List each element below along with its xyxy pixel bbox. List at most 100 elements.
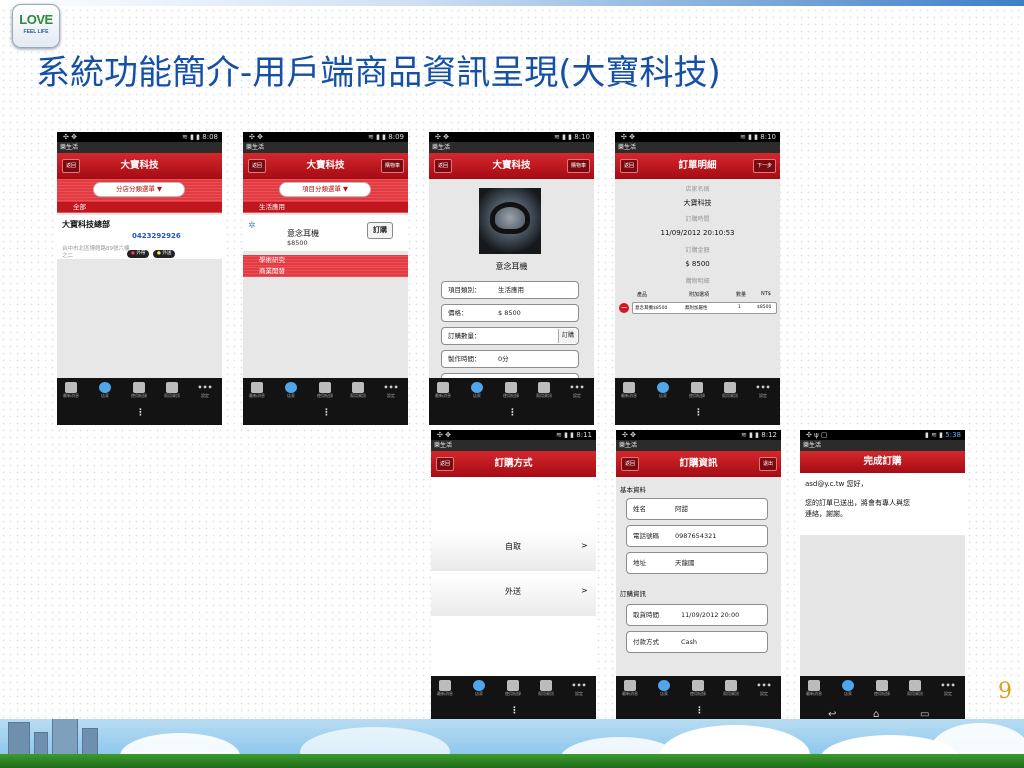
category-business[interactable]: 商業開發 xyxy=(243,266,408,277)
history-icon xyxy=(133,382,145,393)
tab-history[interactable]: 使用紀錄 xyxy=(314,382,336,399)
store-icon xyxy=(471,382,483,393)
app-name-bar: 樂生活 xyxy=(243,142,408,153)
chevron-right-icon: > xyxy=(581,541,588,550)
field-phone: 電話號碼 0987654321 xyxy=(626,525,768,547)
field-price: 價格： $ 8500 xyxy=(441,304,579,322)
tab-history[interactable]: 使用紀錄 xyxy=(502,680,524,697)
header-title: 大寶科技 xyxy=(120,160,159,171)
status-bar: ✣ ✥ ≋ ▮ ▮ 8:12 xyxy=(616,430,781,440)
header-bar: 返回 訂購方式 xyxy=(431,451,596,477)
store-icon xyxy=(842,680,854,691)
tab-settings[interactable]: ••• 設定 xyxy=(753,680,775,697)
status-bar: ✣ ✥ ≋ ▮ ▮ 8:09 xyxy=(243,132,408,142)
cart-button[interactable]: 購物車 xyxy=(380,159,404,173)
info-icon xyxy=(538,382,550,393)
branch-dropdown[interactable]: 分店分類選單 ▼ xyxy=(93,182,185,197)
back-button[interactable]: 返回 xyxy=(436,457,455,471)
tab-info[interactable]: 幫用資訊 xyxy=(161,382,183,399)
category-research[interactable]: 學術研究 xyxy=(243,255,408,266)
tab-info[interactable]: 幫用資訊 xyxy=(904,680,926,697)
phone-screen-product-detail: ✣ ✥ ≋ ▮ ▮ 8:10 樂生活 返回 大寶科技 購物車 意念耳機 項目類別：… xyxy=(429,132,594,425)
field-quantity[interactable]: 訂購數量： 訂購 xyxy=(441,327,579,345)
tab-info[interactable]: 幫用資訊 xyxy=(720,680,742,697)
category-life-apps[interactable]: 生活應用 xyxy=(243,202,408,212)
news-icon xyxy=(808,680,820,691)
tab-settings[interactable]: ••• 設定 xyxy=(566,382,588,399)
status-bar: ✣ ✥ ≋ ▮ ▮ 8:10 xyxy=(429,132,594,142)
tab-news[interactable]: 最新消息 xyxy=(618,382,640,399)
order-button[interactable]: 訂購 xyxy=(367,222,393,239)
info-icon xyxy=(725,680,737,691)
history-icon xyxy=(505,382,517,393)
header-bar: 返回 大寶科技 xyxy=(57,153,222,179)
history-icon xyxy=(319,382,331,393)
back-button[interactable]: 返回 xyxy=(621,457,640,471)
tab-settings[interactable]: ••• 設定 xyxy=(752,382,774,399)
menu-icon[interactable]: ⋮ xyxy=(508,409,517,418)
status-bar: ✣ ✥ ≋ ▮ ▮ 8:10 xyxy=(615,132,780,142)
screen-body: 基本資料 姓名 阿甜 電話號碼 0987654321 地址 天龍國 訂購資訊 取貨時間… xyxy=(616,477,781,676)
tab-store[interactable]: 店家 xyxy=(280,382,302,399)
info-icon xyxy=(540,680,552,691)
status-time: 8:08 xyxy=(202,133,218,141)
tab-news[interactable]: 最新消息 xyxy=(432,382,454,399)
tab-history[interactable]: 使用紀錄 xyxy=(687,680,709,697)
logout-button[interactable]: 退出 xyxy=(758,457,777,471)
tab-info[interactable]: 幫用資訊 xyxy=(719,382,741,399)
tab-settings[interactable]: ••• 設定 xyxy=(937,680,959,697)
more-icon: ••• xyxy=(383,383,399,392)
status-bar: ✣ ✥ ≋ ▮ ▮ 8:08 xyxy=(57,132,222,142)
header-title: 訂購方式 xyxy=(494,458,533,469)
cart-button[interactable]: 購物車 xyxy=(566,159,590,173)
tab-history[interactable]: 使用紀錄 xyxy=(686,382,708,399)
tab-history[interactable]: 使用紀錄 xyxy=(128,382,150,399)
more-icon: ••• xyxy=(571,681,587,690)
tab-history[interactable]: 使用紀錄 xyxy=(500,382,522,399)
tab-news[interactable]: 最新消息 xyxy=(619,680,641,697)
menu-icon[interactable]: ⋮ xyxy=(136,409,145,418)
tab-settings[interactable]: ••• 設定 xyxy=(568,680,590,697)
tab-settings[interactable]: ••• 設定 xyxy=(380,382,402,399)
tab-store[interactable]: 店家 xyxy=(468,680,490,697)
tab-news[interactable]: 最新消息 xyxy=(434,680,456,697)
order-button[interactable]: 訂購 xyxy=(557,329,577,343)
header-bar: 返回 大寶科技 購物車 xyxy=(243,153,408,179)
back-button[interactable]: 返回 xyxy=(62,159,81,173)
category-dropdown[interactable]: 項目分類選單 ▼ xyxy=(279,182,371,197)
phone-screen-order-method: ✣ ✥ ≋ ▮ ▮ 8:11 樂生活 返回 訂購方式 自取 > 外送 > 最新消息… xyxy=(431,430,596,723)
remove-icon[interactable]: − xyxy=(619,303,629,313)
header-title: 大寶科技 xyxy=(492,160,531,171)
tab-info[interactable]: 幫用資訊 xyxy=(535,680,557,697)
next-button[interactable]: 下一步 xyxy=(752,159,776,173)
menu-icon[interactable]: ⋮ xyxy=(695,707,704,716)
back-button[interactable]: 返回 xyxy=(620,159,639,173)
back-button[interactable]: 返回 xyxy=(434,159,453,173)
back-button[interactable]: 返回 xyxy=(248,159,267,173)
order-info-label: 訂購資訊 xyxy=(620,590,646,598)
status-bar: ✣ ψ ▢ ▮ ≋ ▮ 5:38 xyxy=(800,430,965,440)
section-all[interactable]: 全部 xyxy=(57,202,222,212)
tab-store[interactable]: 店家 xyxy=(837,680,859,697)
option-pickup[interactable]: 自取 > xyxy=(431,531,596,571)
tab-history[interactable]: 使用紀錄 xyxy=(871,680,893,697)
tab-news[interactable]: 最新消息 xyxy=(246,382,268,399)
menu-icon[interactable]: ⋮ xyxy=(322,409,331,418)
tab-news[interactable]: 最新消息 xyxy=(60,382,82,399)
tab-settings[interactable]: ••• 設定 xyxy=(194,382,216,399)
option-delivery[interactable]: 外送 > xyxy=(431,576,596,616)
app-name-bar: 樂生活 xyxy=(429,142,594,153)
page-number: 9 xyxy=(998,679,1012,704)
tab-news[interactable]: 最新消息 xyxy=(803,680,825,697)
badge-delivery: ● 外送 xyxy=(153,250,176,258)
tab-store[interactable]: 店家 xyxy=(653,680,675,697)
menu-icon[interactable]: ⋮ xyxy=(510,707,519,716)
tab-info[interactable]: 幫用資訊 xyxy=(347,382,369,399)
tab-store[interactable]: 店家 xyxy=(652,382,674,399)
menu-icon[interactable]: ⋮ xyxy=(694,409,703,418)
tab-info[interactable]: 幫用資訊 xyxy=(533,382,555,399)
history-icon xyxy=(691,382,703,393)
tab-store[interactable]: 店家 xyxy=(94,382,116,399)
tab-store[interactable]: 店家 xyxy=(466,382,488,399)
branch-phone[interactable]: 0423292926 xyxy=(132,232,181,240)
